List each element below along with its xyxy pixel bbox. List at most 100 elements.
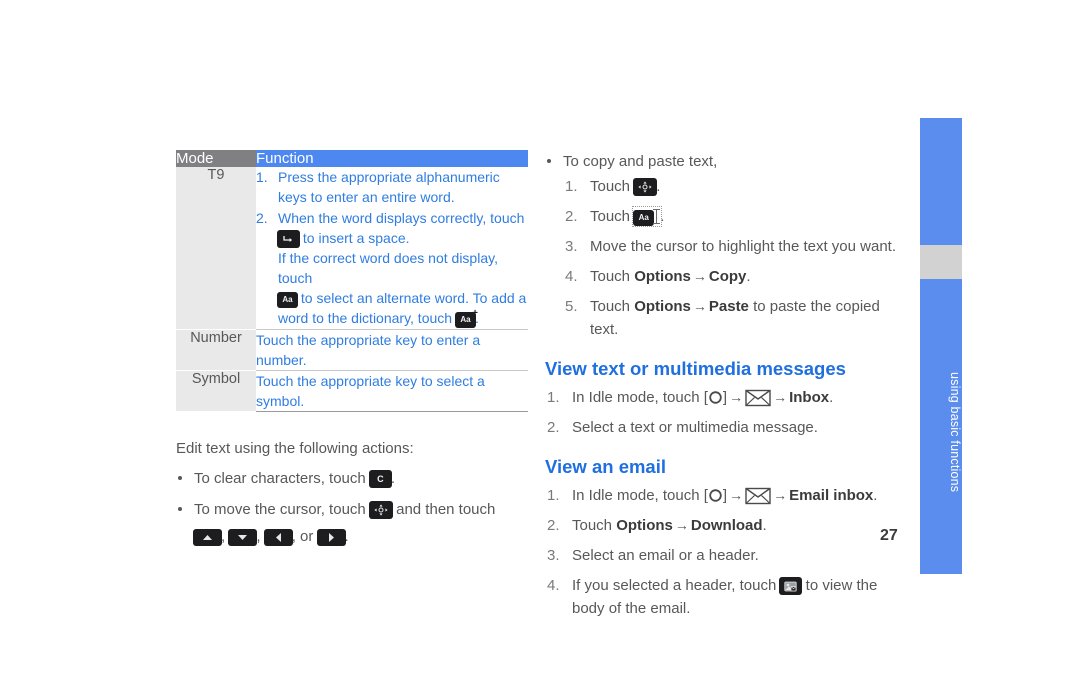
step-line: If the correct word does not display, to…: [278, 248, 528, 288]
list-item: 2. Touch Aa.: [563, 205, 905, 228]
step-number: 2.: [256, 210, 268, 226]
confirm-key-icon[interactable]: [708, 488, 723, 503]
step-text: When the word displays correctly, touch: [278, 210, 525, 226]
t9-step-1: 1. Press the appropriate alphanumeric ke…: [256, 167, 528, 207]
side-tab-gap: [920, 245, 962, 279]
list-item: 1. In Idle mode, touch [] → → Inbox.: [545, 386, 905, 409]
email-body-key-icon[interactable]: [780, 578, 802, 594]
left-arrow-glyph: [265, 530, 292, 545]
up-arrow-key-icon[interactable]: [194, 530, 221, 545]
step-text: Select an email or a header.: [572, 547, 759, 564]
aa-cursor-key-icon[interactable]: Aa: [632, 206, 663, 227]
bullet-dot: [178, 507, 182, 511]
column-header-mode: Mode: [176, 150, 256, 167]
envelope-icon[interactable]: [745, 389, 771, 407]
arrow-icon: →: [692, 298, 707, 314]
aa-key-glyph: Aa: [282, 295, 293, 304]
arrow-icon: →: [729, 487, 744, 503]
text-cursor-icon: [653, 209, 661, 224]
right-arrow-glyph: [318, 530, 345, 545]
list-item: To clear characters, touch C .: [176, 467, 528, 490]
step-number: 5.: [565, 298, 578, 315]
step-text: In Idle mode, touch [: [572, 487, 708, 504]
down-arrow-key-icon[interactable]: [229, 530, 257, 545]
right-arrow-key-icon[interactable]: [317, 530, 345, 545]
step-number: 3.: [565, 238, 578, 255]
step-extra-1-after: to select an alternate word. To add a: [300, 290, 527, 306]
list-item: To copy and paste text,: [545, 150, 905, 173]
clear-key-glyph: C: [377, 473, 384, 484]
step-text: Touch: [590, 178, 631, 195]
heading-view-messages: View text or multimedia messages: [545, 358, 846, 379]
arrow-icon: →: [692, 268, 707, 284]
aa-key-icon[interactable]: Aa: [634, 211, 654, 225]
copy-paste-bullets: To copy and paste text,: [545, 150, 905, 173]
confirm-key-icon[interactable]: [708, 390, 723, 405]
step-text-after: .: [656, 178, 661, 195]
step-number: 4.: [565, 268, 578, 285]
email-body-glyph: [780, 578, 801, 594]
step-number: 1.: [547, 487, 560, 504]
list-item: 2. Select a text or multimedia message.: [545, 416, 905, 439]
cell-mode-number: Number: [176, 329, 256, 371]
manual-page: Mode Function T9 1. Press the appropriat…: [0, 0, 1080, 696]
step-line: word to the dictionary, touch Aa + .: [278, 308, 528, 328]
arrow-icon: →: [729, 389, 744, 405]
step-text-after: .: [746, 268, 751, 285]
bullet-dot: [178, 476, 182, 480]
edit-text-bullets: To clear characters, touch C . To move t…: [176, 467, 528, 548]
menu-options: Options: [616, 517, 673, 534]
step-text: Select a text or multimedia message.: [572, 419, 818, 436]
bullet-text-after: .: [390, 470, 396, 487]
arrow-icon: →: [773, 389, 788, 405]
step-number: 1.: [547, 389, 560, 406]
page-number: 27: [880, 527, 898, 544]
left-arrow-key-icon[interactable]: [264, 530, 292, 545]
column-header-function: Function: [256, 150, 528, 167]
separator: ,: [256, 528, 261, 545]
plus-superscript: +: [472, 308, 478, 319]
arrow-icon: →: [773, 487, 788, 503]
step-text-after: to insert a space.: [302, 230, 410, 246]
step-number: 2.: [547, 419, 560, 436]
navigate-key-icon[interactable]: [634, 179, 657, 195]
step-text: Touch: [572, 517, 613, 534]
step-text-after: .: [762, 517, 767, 534]
bullet-dot: [547, 159, 551, 163]
step-text-after: .: [873, 487, 878, 504]
navigate-key-icon[interactable]: [369, 502, 392, 518]
step-text: Touch: [590, 268, 631, 285]
step-text: Touch: [590, 208, 631, 225]
space-key-icon[interactable]: [278, 231, 299, 247]
side-tab-segment-top: [920, 118, 962, 245]
list-item: 1. In Idle mode, touch [] → → Email inbox.: [545, 484, 905, 507]
table-row: Number Touch the appropriate key to ente…: [176, 329, 528, 371]
step-number: 2.: [565, 208, 578, 225]
menu-options: Options: [634, 268, 691, 285]
heading-view-email: View an email: [545, 456, 666, 477]
aa-plus-key-icon[interactable]: Aa +: [455, 309, 478, 327]
cell-function-number: Touch the appropriate key to enter a num…: [256, 329, 528, 371]
clear-key-icon[interactable]: C: [369, 471, 391, 487]
envelope-icon[interactable]: [745, 487, 771, 505]
table-row: Symbol Touch the appropriate key to sele…: [176, 370, 528, 412]
aa-key-icon[interactable]: Aa: [278, 293, 297, 307]
cell-function-symbol: Touch the appropriate key to select a sy…: [256, 370, 528, 412]
step-line: Aa to select an alternate word. To add a: [278, 288, 528, 308]
step-text: Move the cursor to highlight the text yo…: [590, 238, 896, 255]
space-key-glyph: [278, 231, 299, 247]
right-column: To copy and paste text, 1. Touch . 2. To…: [545, 150, 905, 627]
up-arrow-glyph: [194, 530, 221, 545]
copy-paste-steps: 1. Touch . 2. Touch Aa . 3. Move the cur…: [563, 175, 905, 341]
cell-function-t9: 1. Press the appropriate alphanumeric ke…: [256, 167, 528, 330]
view-messages-steps: 1. In Idle mode, touch [] → → Inbox. 2. Sel…: [545, 386, 905, 439]
down-arrow-glyph: [229, 530, 256, 545]
step-text: In Idle mode, touch [: [572, 389, 708, 406]
edit-text-lead: Edit text using the following actions:: [176, 440, 414, 457]
menu-inbox: Inbox: [789, 389, 830, 406]
bullet-text-before: To clear characters, touch: [194, 470, 366, 487]
menu-options: Options: [634, 298, 691, 315]
menu-download: Download: [690, 517, 763, 534]
aa-key-glyph: Aa: [638, 213, 649, 222]
list-item: 2. Touch Options → Download.: [545, 514, 905, 537]
